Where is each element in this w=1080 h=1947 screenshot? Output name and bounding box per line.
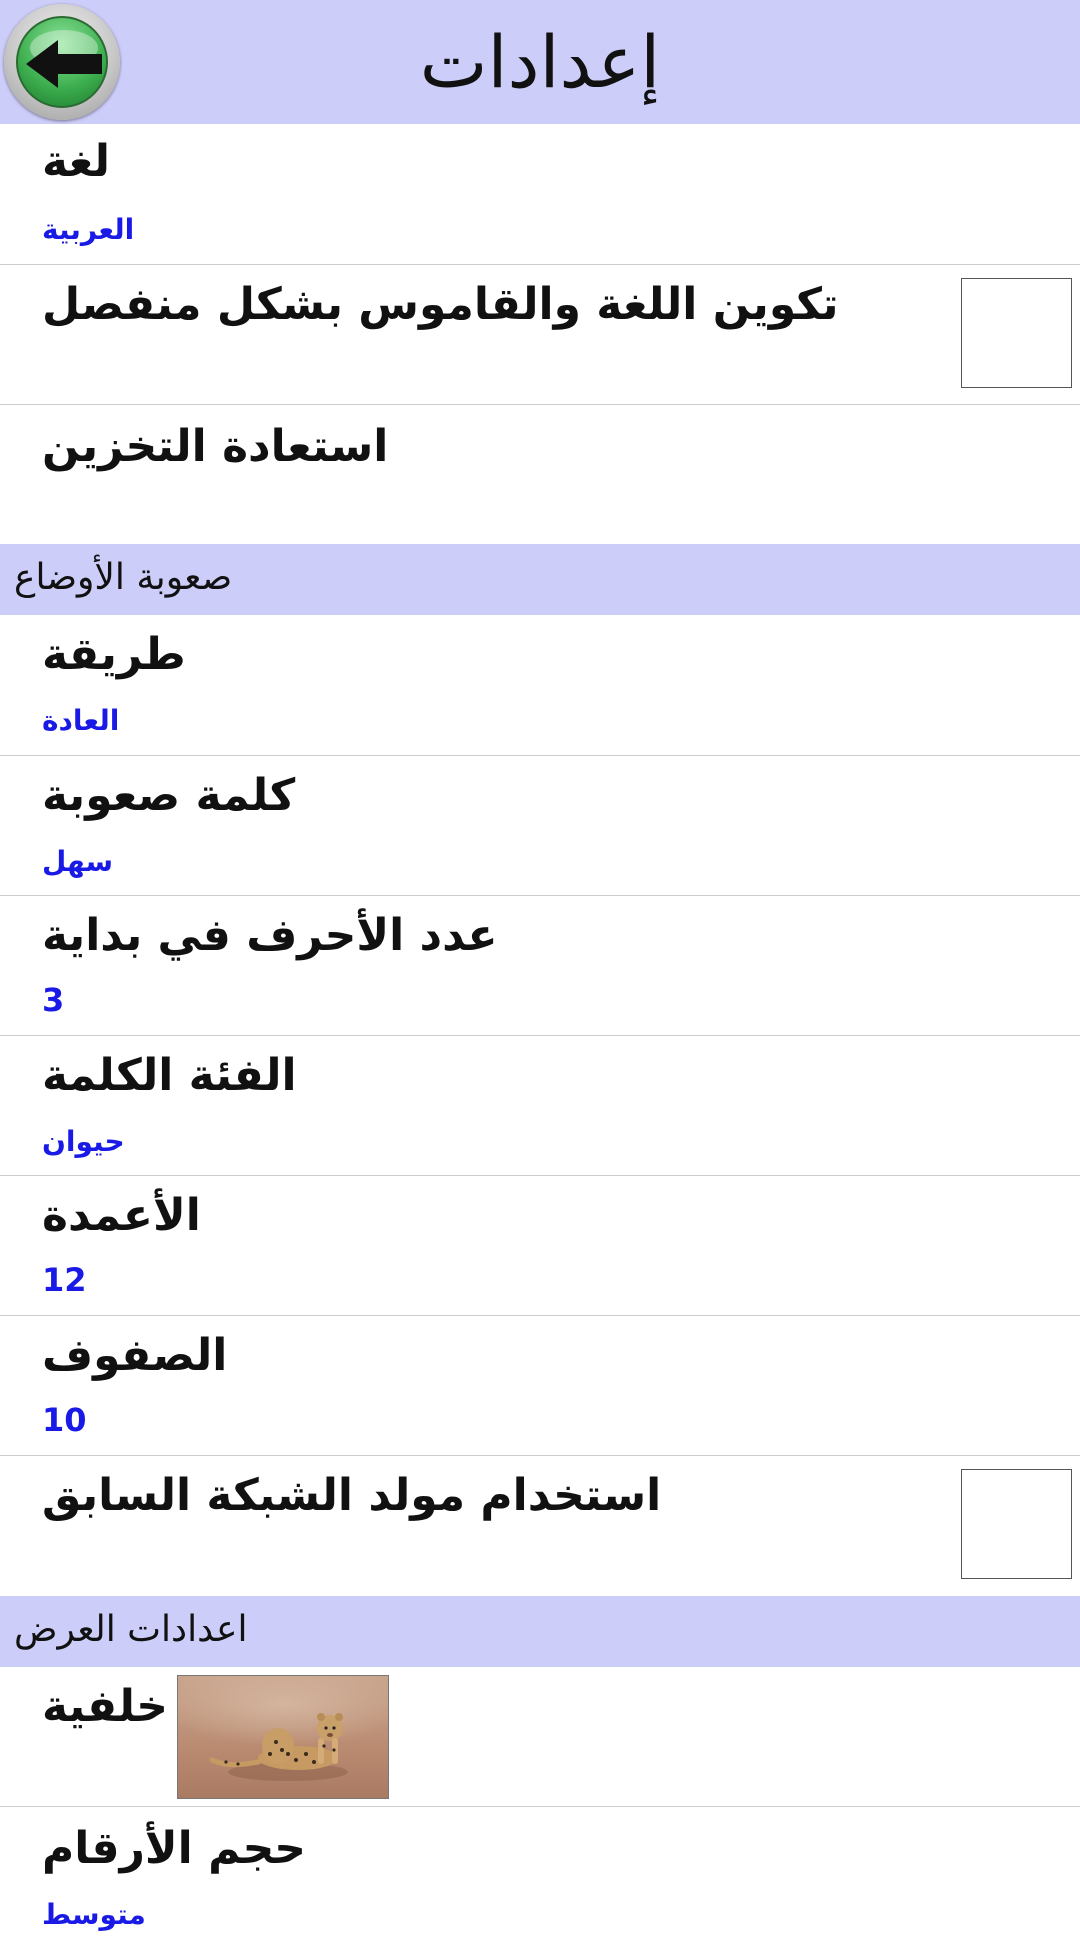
setting-value: سهل <box>42 845 114 878</box>
setting-title: خلفية <box>42 1681 168 1732</box>
setting-value: 12 <box>42 1261 87 1299</box>
setting-start-letters[interactable]: عدد الأحرف في بداية 3 <box>0 896 1080 1036</box>
setting-separate-config[interactable]: تكوين اللغة والقاموس بشكل منفصل <box>0 265 1080 405</box>
setting-title: استعادة التخزين <box>42 421 389 472</box>
setting-value: 10 <box>42 1401 87 1439</box>
setting-number-size[interactable]: حجم الأرقام متوسط <box>0 1807 1080 1947</box>
setting-title: الصفوف <box>42 1330 228 1381</box>
setting-value: 3 <box>42 981 65 1019</box>
setting-columns[interactable]: الأعمدة 12 <box>0 1176 1080 1316</box>
setting-title: حجم الأرقام <box>42 1823 306 1874</box>
section-label: صعوبة الأوضاع <box>14 557 233 598</box>
setting-title: طريقة <box>42 629 186 680</box>
setting-title: لغة <box>42 136 111 187</box>
setting-word-difficulty[interactable]: كلمة صعوبة سهل <box>0 756 1080 896</box>
setting-method[interactable]: طريقة العادة <box>0 615 1080 756</box>
setting-background[interactable]: خلفية <box>0 1667 1080 1807</box>
background-thumbnail[interactable] <box>177 1675 389 1799</box>
section-label: اعدادات العرض <box>14 1609 248 1650</box>
setting-value: العادة <box>42 704 120 737</box>
previous-generator-checkbox[interactable] <box>961 1469 1072 1579</box>
setting-title: الأعمدة <box>42 1190 201 1241</box>
setting-restore-storage[interactable]: استعادة التخزين <box>0 405 1080 544</box>
section-header-difficulty: صعوبة الأوضاع <box>0 544 1080 615</box>
page-title: إعدادات <box>419 20 661 104</box>
setting-title: استخدام مولد الشبكة السابق <box>42 1470 662 1521</box>
setting-value: حيوان <box>42 1125 125 1158</box>
setting-title: عدد الأحرف في بداية <box>42 910 498 961</box>
setting-word-category[interactable]: الفئة الكلمة حيوان <box>0 1036 1080 1176</box>
section-header-display: اعدادات العرض <box>0 1596 1080 1667</box>
setting-rows[interactable]: الصفوف 10 <box>0 1316 1080 1456</box>
separate-config-checkbox[interactable] <box>961 278 1072 388</box>
setting-value: متوسط <box>42 1898 146 1931</box>
setting-title: الفئة الكلمة <box>42 1050 297 1101</box>
app-header: إعدادات <box>0 0 1080 124</box>
setting-language[interactable]: لغة العربية <box>0 124 1080 265</box>
setting-previous-grid-generator[interactable]: استخدام مولد الشبكة السابق <box>0 1456 1080 1596</box>
setting-title: كلمة صعوبة <box>42 770 296 821</box>
setting-value: العربية <box>42 213 135 246</box>
setting-title: تكوين اللغة والقاموس بشكل منفصل <box>42 279 839 330</box>
